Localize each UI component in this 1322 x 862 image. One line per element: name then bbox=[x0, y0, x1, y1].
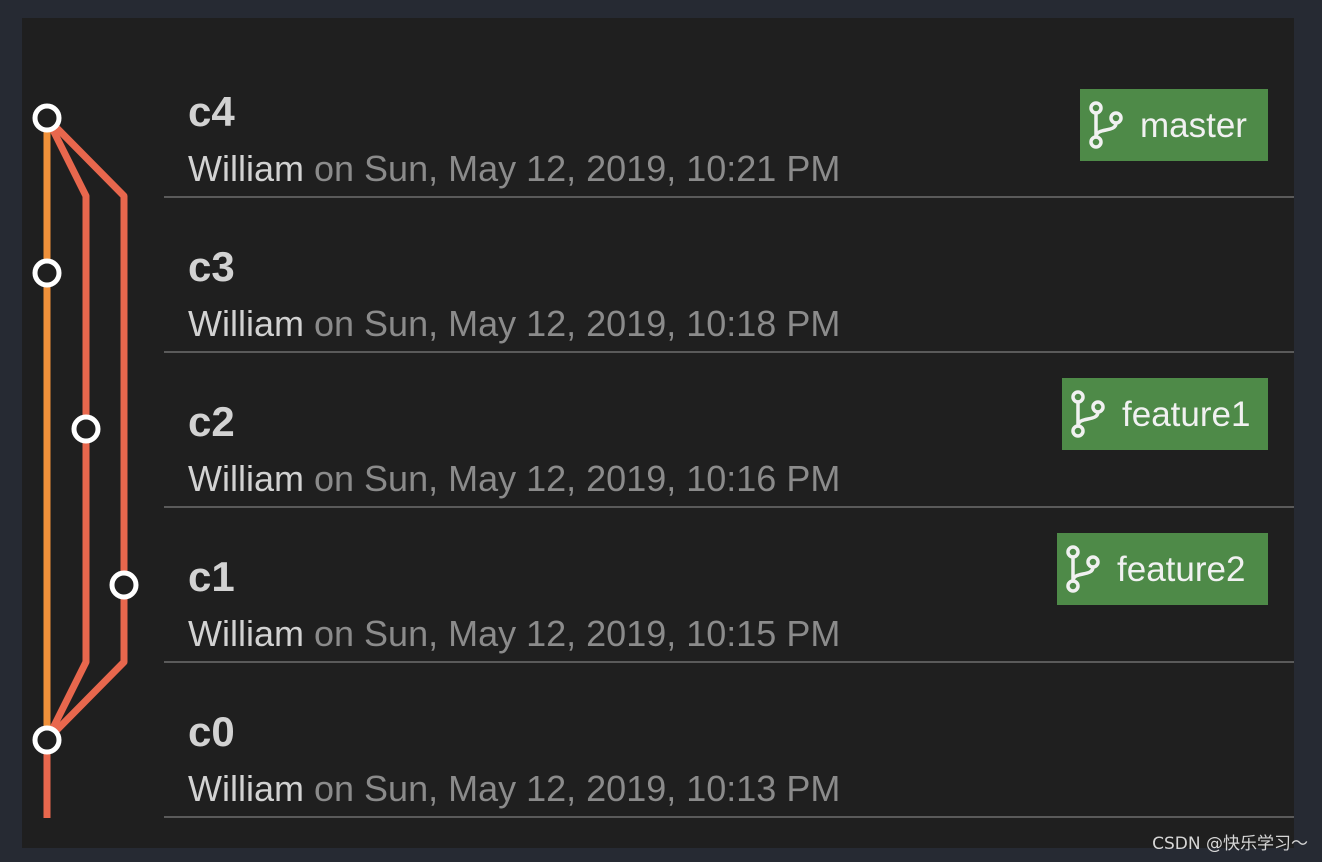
commit-node-c3[interactable] bbox=[32, 258, 62, 288]
commit-meta: William on Sun, May 12, 2019, 10:18 PM bbox=[188, 306, 840, 342]
git-branch-icon bbox=[1089, 101, 1123, 149]
commit-meta: William on Sun, May 12, 2019, 10:21 PM bbox=[188, 151, 840, 187]
commit-row-c4[interactable]: c4 William on Sun, May 12, 2019, 10:21 P… bbox=[164, 43, 1294, 198]
commit-title: c1 bbox=[188, 553, 235, 600]
commit-title: c2 bbox=[188, 398, 235, 445]
commit-author: William bbox=[188, 303, 304, 344]
commit-row-c0[interactable]: c0 William on Sun, May 12, 2019, 10:13 P… bbox=[164, 663, 1294, 818]
commit-author: William bbox=[188, 768, 304, 809]
commit-title: c4 bbox=[188, 88, 235, 135]
commit-node-c0[interactable] bbox=[32, 725, 62, 755]
commit-date: on Sun, May 12, 2019, 10:13 PM bbox=[303, 768, 841, 809]
commit-graph bbox=[32, 103, 139, 818]
branch-label: feature2 bbox=[1117, 549, 1246, 589]
commit-meta: William on Sun, May 12, 2019, 10:16 PM bbox=[188, 461, 840, 497]
commit-title: c0 bbox=[188, 708, 235, 755]
commit-row-c3[interactable]: c3 William on Sun, May 12, 2019, 10:18 P… bbox=[164, 198, 1294, 353]
branch-label: feature1 bbox=[1122, 394, 1251, 434]
commit-author: William bbox=[188, 613, 304, 654]
commit-row-c2[interactable]: c2 William on Sun, May 12, 2019, 10:16 P… bbox=[164, 353, 1294, 508]
git-branch-icon bbox=[1066, 545, 1100, 593]
commit-node-c2[interactable] bbox=[71, 414, 101, 444]
commit-row-c1[interactable]: c1 William on Sun, May 12, 2019, 10:15 P… bbox=[164, 508, 1294, 663]
commit-date: on Sun, May 12, 2019, 10:18 PM bbox=[303, 303, 841, 344]
commit-date: on Sun, May 12, 2019, 10:15 PM bbox=[303, 613, 841, 654]
branch-tag-master[interactable]: master bbox=[1080, 89, 1268, 161]
commit-meta: William on Sun, May 12, 2019, 10:15 PM bbox=[188, 616, 840, 652]
commit-date: on Sun, May 12, 2019, 10:16 PM bbox=[303, 458, 841, 499]
commit-node-c4[interactable] bbox=[32, 103, 62, 133]
branch-label: master bbox=[1140, 105, 1247, 145]
commit-node-c1[interactable] bbox=[109, 570, 139, 600]
branch-tag-feature2[interactable]: feature2 bbox=[1057, 533, 1268, 605]
commit-history-panel: c4 William on Sun, May 12, 2019, 10:21 P… bbox=[22, 18, 1294, 848]
git-branch-icon bbox=[1071, 390, 1105, 438]
commit-title: c3 bbox=[188, 243, 235, 290]
commit-meta: William on Sun, May 12, 2019, 10:13 PM bbox=[188, 771, 840, 807]
commit-date: on Sun, May 12, 2019, 10:21 PM bbox=[303, 148, 841, 189]
commit-author: William bbox=[188, 148, 304, 189]
commit-author: William bbox=[188, 458, 304, 499]
watermark: CSDN @快乐学习～ bbox=[1152, 834, 1308, 854]
branch-tag-feature1[interactable]: feature1 bbox=[1062, 378, 1268, 450]
